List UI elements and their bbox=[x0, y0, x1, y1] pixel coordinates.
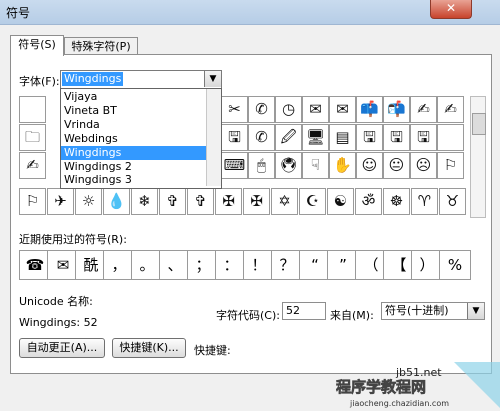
font-dropdown-list[interactable]: Vijaya Vineta BT Vrinda Webdings Wingdin… bbox=[60, 88, 222, 189]
symbol-cell[interactable]: ♉ bbox=[439, 188, 466, 215]
symbol-cell[interactable]: ✈ bbox=[47, 188, 74, 215]
shortcut-key-button[interactable]: 快捷键(K)... bbox=[112, 338, 186, 358]
symbol-cell[interactable]: 📬 bbox=[383, 96, 410, 123]
symbol-cell[interactable]: ✍ bbox=[19, 152, 46, 179]
symbol-cell[interactable]: 🖱 bbox=[248, 152, 275, 179]
symbol-cell[interactable]: ▤ bbox=[329, 124, 356, 151]
from-label: 来自(M): bbox=[330, 309, 374, 322]
symbol-cell[interactable]: 😐 bbox=[383, 152, 410, 179]
symbol-cell[interactable] bbox=[19, 96, 46, 123]
close-button[interactable]: ✕ bbox=[430, 0, 472, 19]
font-option-selected[interactable]: Wingdings bbox=[61, 146, 208, 160]
autocorrect-button[interactable]: 自动更正(A)... bbox=[19, 338, 105, 358]
from-select-value: 符号(十进制) bbox=[385, 304, 449, 317]
font-select-value: Wingdings bbox=[62, 72, 124, 86]
symbol-cell[interactable]: ◷ bbox=[275, 96, 302, 123]
symbol-cell[interactable]: ⚐ bbox=[19, 188, 46, 215]
scrollbar-thumb[interactable] bbox=[472, 113, 486, 135]
symbol-cell[interactable]: ✠ bbox=[243, 188, 270, 215]
symbol-cell[interactable]: ⚐ bbox=[437, 152, 464, 179]
symbol-cell[interactable]: 💧 bbox=[103, 188, 130, 215]
font-select[interactable]: Wingdings ▼ bbox=[60, 70, 222, 90]
watermark-text-2: 程序学教程网 bbox=[336, 378, 426, 396]
symbol-cell[interactable]: ☹ bbox=[410, 152, 437, 179]
symbol-cell[interactable]: 🖉 bbox=[275, 124, 302, 151]
font-option[interactable]: Vrinda bbox=[61, 118, 208, 132]
symbol-cell[interactable]: ✞ bbox=[159, 188, 186, 215]
tab-special-chars-label: 特殊字符(P) bbox=[71, 40, 131, 53]
symbol-cell[interactable]: 🖫 bbox=[410, 124, 437, 151]
symbol-cell[interactable]: ☸ bbox=[383, 188, 410, 215]
tab-symbols-label: 符号(S) bbox=[18, 38, 56, 51]
symbol-cell[interactable]: 🗀 bbox=[19, 124, 46, 151]
font-dropdown-scrollbar[interactable] bbox=[206, 89, 221, 186]
symbol-cell[interactable]: ☺ bbox=[356, 152, 383, 179]
symbol-cell[interactable]: ✍ bbox=[410, 96, 437, 123]
symbol-cell[interactable]: ❄ bbox=[131, 188, 158, 215]
symbol-grid-scrollbar[interactable] bbox=[470, 96, 486, 218]
from-select[interactable]: 符号(十进制) ▼ bbox=[381, 302, 485, 320]
font-option[interactable]: Wingdings 3 bbox=[61, 174, 208, 186]
char-code-input[interactable]: 52 bbox=[282, 302, 326, 320]
chevron-down-icon[interactable]: ▼ bbox=[467, 303, 484, 319]
symbol-cell[interactable]: 📫 bbox=[356, 96, 383, 123]
title-bar bbox=[0, 0, 500, 25]
watermark: jb51.net 程序学教程网 jiaocheng.chazidian.com bbox=[336, 362, 500, 408]
symbol-cell[interactable]: ☯ bbox=[327, 188, 354, 215]
font-option[interactable]: Webdings bbox=[61, 132, 208, 146]
symbol-cell[interactable]: ✆ bbox=[248, 124, 275, 151]
symbol-cell[interactable]: ॐ bbox=[355, 188, 382, 215]
recent-symbol[interactable]: % bbox=[439, 250, 471, 280]
char-code-label: 字符代码(C): bbox=[216, 309, 280, 322]
symbol-cell[interactable]: ✠ bbox=[215, 188, 242, 215]
shortcut-key-label: 快捷键: bbox=[194, 344, 231, 357]
watermark-graphic: jb51.net 程序学教程网 jiaocheng.chazidian.com bbox=[336, 362, 500, 408]
symbol-cell[interactable]: ✍ bbox=[437, 96, 464, 123]
symbol-cell[interactable]: ☟ bbox=[302, 152, 329, 179]
tab-symbols[interactable]: 符号(S) bbox=[10, 35, 64, 56]
symbol-cell[interactable]: ✞ bbox=[187, 188, 214, 215]
symbol-cell[interactable] bbox=[437, 124, 464, 151]
chevron-down-icon[interactable]: ▼ bbox=[204, 71, 221, 87]
symbol-cell[interactable]: ✡ bbox=[271, 188, 298, 215]
unicode-name-value: Wingdings: 52 bbox=[19, 316, 98, 329]
recent-symbols: ☎ ✉ 酰 ， 。 、 ； ： ！ ？ “ ” （ 【 ） % bbox=[19, 250, 471, 280]
recent-label: 近期使用过的符号(R): bbox=[19, 233, 127, 246]
unicode-name-label: Unicode 名称: bbox=[19, 295, 93, 308]
symbol-cell[interactable]: ✉ bbox=[329, 96, 356, 123]
symbol-cell[interactable]: ✋ bbox=[329, 152, 356, 179]
symbol-cell[interactable]: 🖫 bbox=[221, 124, 248, 151]
watermark-text-3: jiaocheng.chazidian.com bbox=[349, 399, 449, 408]
symbol-cell[interactable]: 🖫 bbox=[356, 124, 383, 151]
font-option[interactable]: Vineta BT bbox=[61, 104, 208, 118]
symbol-cell[interactable]: 🖲 bbox=[275, 152, 302, 179]
font-label: 字体(F): bbox=[19, 75, 60, 88]
symbol-cell[interactable]: ☼ bbox=[75, 188, 102, 215]
symbol-cell[interactable]: ✆ bbox=[248, 96, 275, 123]
symbol-cell[interactable]: ✉ bbox=[302, 96, 329, 123]
symbol-cell[interactable]: 🖫 bbox=[383, 124, 410, 151]
font-option[interactable]: Wingdings 2 bbox=[61, 160, 208, 174]
dialog-title: 符号 bbox=[6, 6, 31, 20]
symbol-cell[interactable]: ⌨ bbox=[221, 152, 248, 179]
font-option[interactable]: Vijaya bbox=[61, 90, 208, 104]
symbol-cell[interactable]: ☪ bbox=[299, 188, 326, 215]
symbol-cell[interactable]: ♈ bbox=[411, 188, 438, 215]
symbol-cell[interactable]: ✂ bbox=[221, 96, 248, 123]
symbol-cell[interactable]: 🖥 bbox=[302, 124, 329, 151]
